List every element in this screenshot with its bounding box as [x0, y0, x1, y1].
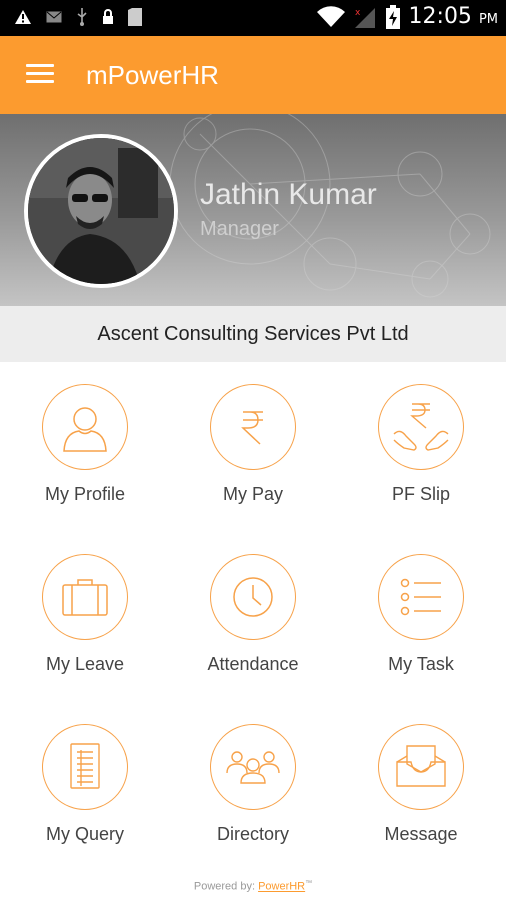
- document-icon: [70, 743, 100, 789]
- wifi-icon: [316, 5, 345, 27]
- menu-item-my-task[interactable]: My Task: [337, 554, 505, 704]
- sd-card-icon: [128, 8, 142, 26]
- user-name: Jathin Kumar: [200, 178, 377, 211]
- footer-brand-link[interactable]: PowerHR: [258, 881, 305, 893]
- menu-item-label: My Leave: [45, 654, 125, 674]
- menu-item-label: Attendance: [207, 654, 299, 674]
- rupee-hands-icon: [393, 403, 449, 451]
- menu-item-circle: [42, 724, 128, 810]
- menu-item-label: Directory: [216, 824, 289, 844]
- task-list-icon: [400, 578, 441, 616]
- company-bar: Ascent Consulting Services Pvt Ltd: [0, 306, 506, 362]
- menu-item-circle: [42, 554, 128, 640]
- profile-banner: Jathin Kumar Manager: [0, 114, 506, 306]
- inbox-tray-icon: [396, 745, 446, 787]
- menu-item-label: My Query: [45, 824, 124, 844]
- svg-text:x: x: [355, 8, 361, 18]
- usb-icon: [77, 8, 87, 26]
- people-group-icon: [226, 751, 280, 784]
- avatar-photo: [28, 138, 174, 284]
- menu-line: [26, 72, 54, 75]
- menu-item-circle: [42, 384, 128, 470]
- menu-item-circle: [378, 724, 464, 810]
- company-name: Ascent Consulting Services Pvt Ltd: [97, 322, 409, 345]
- menu-item-my-leave[interactable]: My Leave: [1, 554, 169, 704]
- footer-trademark: ™: [305, 880, 313, 887]
- menu-item-label: Message: [384, 824, 458, 844]
- menu-item-pf-slip[interactable]: PF Slip: [337, 384, 505, 534]
- status-bar: x 12:05 PM: [0, 0, 506, 36]
- powered-by-footer: Powered by: PowerHR™: [0, 880, 506, 893]
- clock-icon: [233, 577, 273, 617]
- menu-item-my-pay[interactable]: My Pay: [169, 384, 337, 534]
- status-icons-left: [14, 8, 142, 26]
- menu-item-circle: [378, 554, 464, 640]
- rupee-icon: [241, 411, 263, 445]
- menu-item-my-query[interactable]: My Query: [1, 724, 169, 874]
- menu-item-label: My Task: [388, 654, 454, 674]
- menu-item-label: My Profile: [44, 484, 125, 504]
- menu-item-label: My Pay: [222, 484, 283, 504]
- user-role: Manager: [200, 218, 279, 240]
- menu-item-circle: [210, 724, 296, 810]
- menu-item-directory[interactable]: Directory: [169, 724, 337, 874]
- app-bar: mPowerHR: [0, 36, 506, 114]
- signal-icon: x: [354, 7, 375, 28]
- menu-item-attendance[interactable]: Attendance: [169, 554, 337, 704]
- menu-item-circle: [378, 384, 464, 470]
- menu-line: [26, 80, 54, 83]
- user-avatar[interactable]: [24, 134, 178, 288]
- menu-item-circle: [210, 554, 296, 640]
- hamburger-menu-button[interactable]: [26, 64, 54, 86]
- suitcase-icon: [62, 579, 108, 616]
- footer-prefix: Powered by:: [193, 880, 259, 893]
- menu-item-circle: [210, 384, 296, 470]
- warning-icon: [15, 10, 31, 24]
- status-icons-right: x 12:05 PM: [316, 4, 498, 29]
- menu-item-label: PF Slip: [391, 484, 451, 504]
- menu-item-message[interactable]: Message: [337, 724, 505, 874]
- menu-item-my-profile[interactable]: My Profile: [1, 384, 169, 534]
- clock-ampm: PM: [478, 12, 498, 27]
- app-title: mPowerHR: [86, 60, 219, 90]
- person-icon: [63, 407, 107, 452]
- menu-line: [26, 64, 54, 67]
- lock-icon: [103, 9, 113, 24]
- mail-icon: [46, 11, 62, 23]
- clock: 12:05 PM: [409, 4, 498, 29]
- clock-time: 12:05: [408, 4, 472, 29]
- battery-icon: [385, 4, 400, 29]
